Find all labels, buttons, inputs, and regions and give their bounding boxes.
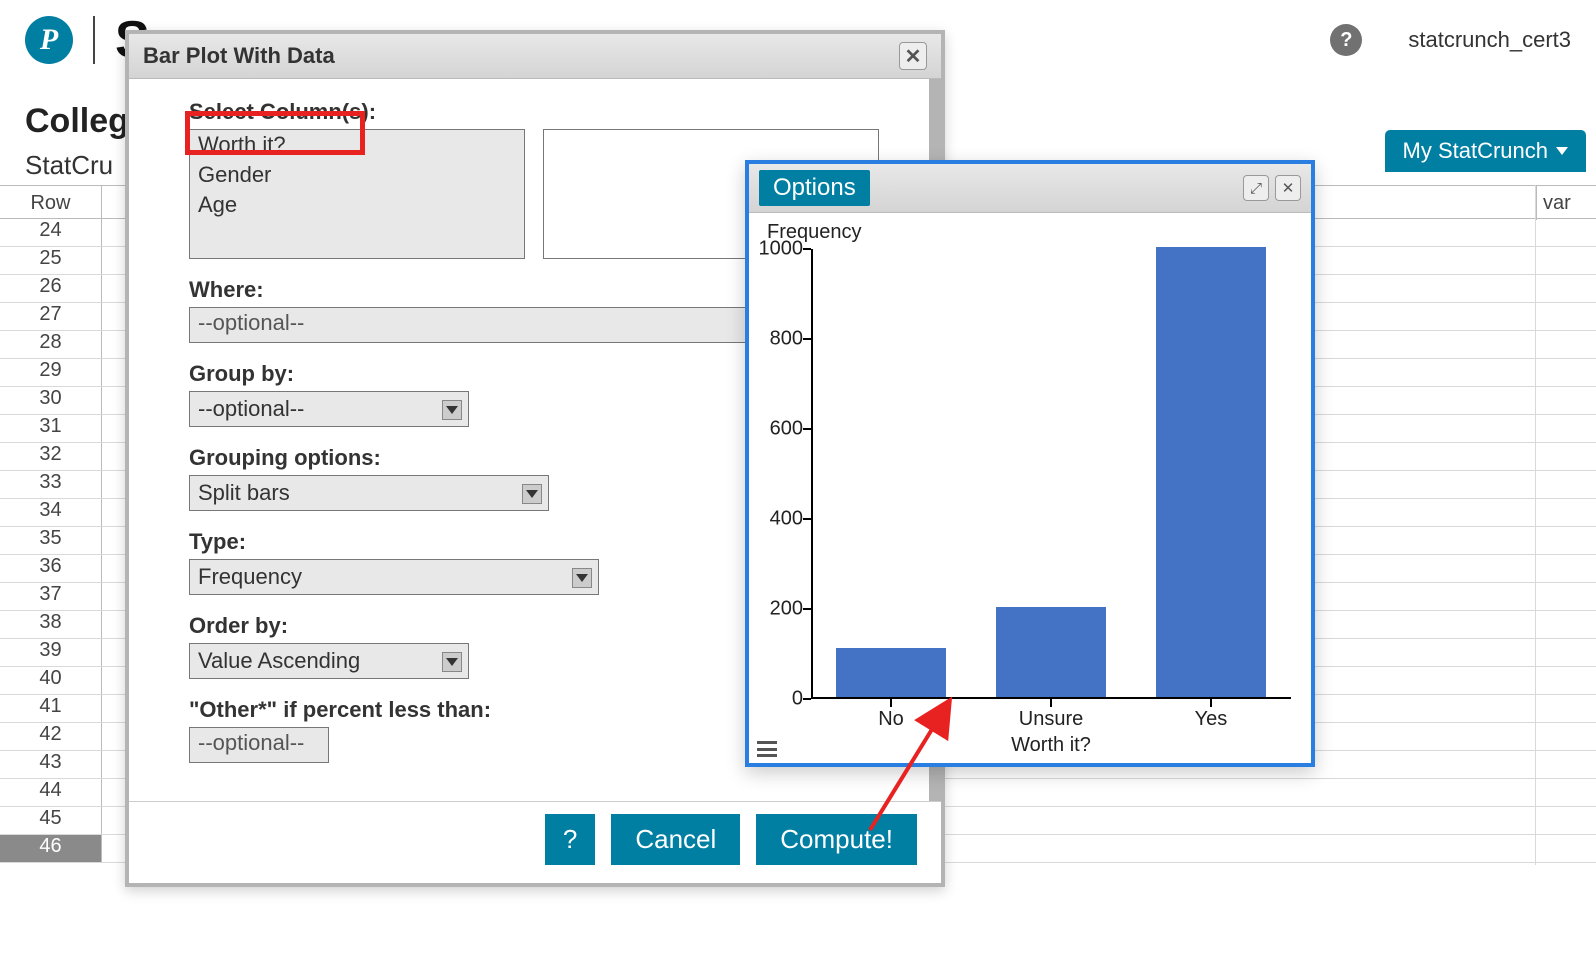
caret-down-icon <box>1556 147 1568 155</box>
expand-icon[interactable]: ⤢ <box>1243 175 1269 201</box>
result-window: Options ⤢ ✕ Frequency Worth it? 02004006… <box>745 160 1315 767</box>
grouping-options-value: Split bars <box>198 480 290 506</box>
bar[interactable] <box>836 648 946 698</box>
chart-xlabel: Worth it? <box>1011 734 1091 757</box>
bar-chart[interactable]: Worth it? 02004006008001000NoUnsureYes <box>811 249 1291 699</box>
close-icon[interactable]: ✕ <box>1275 175 1301 201</box>
dropdown-icon <box>442 652 462 672</box>
orderby-value: Value Ascending <box>198 648 360 674</box>
row-number: 26 <box>0 275 102 302</box>
row-header: Row <box>0 186 102 218</box>
xtick-label: Unsure <box>1019 708 1083 731</box>
close-icon[interactable]: ✕ <box>899 42 927 70</box>
bar[interactable] <box>1156 247 1266 697</box>
row-number: 24 <box>0 219 102 246</box>
row-number: 37 <box>0 583 102 610</box>
row-number: 38 <box>0 611 102 638</box>
dialog-titlebar[interactable]: Bar Plot With Data ✕ <box>129 34 941 79</box>
xtick-label: Yes <box>1195 708 1228 731</box>
row-number: 31 <box>0 415 102 442</box>
dropdown-icon <box>522 484 542 504</box>
grouping-options-select[interactable]: Split bars <box>189 475 549 511</box>
username-label[interactable]: statcrunch_cert3 <box>1408 27 1571 53</box>
ytick-label: 1000 <box>757 238 803 261</box>
ytick-label: 600 <box>757 418 803 441</box>
row-number: 42 <box>0 723 102 750</box>
cancel-button[interactable]: Cancel <box>611 814 740 865</box>
row-number: 27 <box>0 303 102 330</box>
other-input[interactable]: --optional-- <box>189 727 329 763</box>
row-number: 30 <box>0 387 102 414</box>
list-item[interactable]: Gender <box>190 160 524 190</box>
result-titlebar[interactable]: Options ⤢ ✕ <box>749 164 1311 213</box>
row-number: 25 <box>0 247 102 274</box>
row-number: 45 <box>0 807 102 834</box>
bar[interactable] <box>996 607 1106 697</box>
row-number: 35 <box>0 527 102 554</box>
column-header-var[interactable]: var <box>1536 186 1596 220</box>
dropdown-icon <box>572 568 592 588</box>
orderby-select[interactable]: Value Ascending <box>189 643 469 679</box>
row-number: 41 <box>0 695 102 722</box>
app-subname: StatCru <box>25 150 113 181</box>
row-number: 40 <box>0 667 102 694</box>
ytick-label: 200 <box>757 598 803 621</box>
chart-area: Frequency Worth it? 02004006008001000NoU… <box>749 213 1311 763</box>
type-value: Frequency <box>198 564 302 590</box>
dialog-title-text: Bar Plot With Data <box>143 43 335 69</box>
available-columns-listbox[interactable]: Worth it?GenderAge <box>189 129 525 259</box>
xtick-label: No <box>878 708 904 731</box>
list-item[interactable]: Age <box>190 190 524 220</box>
row-number: 33 <box>0 471 102 498</box>
row-number: 28 <box>0 331 102 358</box>
row-number: 44 <box>0 779 102 806</box>
row-number: 46 <box>0 835 102 862</box>
select-columns-label: Select Column(s): <box>189 99 879 125</box>
groupby-select[interactable]: --optional-- <box>189 391 469 427</box>
row-number: 29 <box>0 359 102 386</box>
dialog-footer: ? Cancel Compute! <box>129 801 941 883</box>
dialog-help-button[interactable]: ? <box>545 814 595 865</box>
ytick-label: 800 <box>757 328 803 351</box>
type-select[interactable]: Frequency <box>189 559 599 595</box>
my-statcrunch-button[interactable]: My StatCrunch <box>1385 130 1587 172</box>
options-button[interactable]: Options <box>759 170 870 206</box>
compute-button[interactable]: Compute! <box>756 814 917 865</box>
help-icon[interactable]: ? <box>1330 24 1362 56</box>
row-number: 43 <box>0 751 102 778</box>
list-item[interactable]: Worth it? <box>190 130 524 160</box>
row-number: 39 <box>0 639 102 666</box>
column-divider <box>1535 185 1536 865</box>
my-statcrunch-label: My StatCrunch <box>1403 138 1549 164</box>
title-separator <box>93 16 95 64</box>
dropdown-icon <box>442 400 462 420</box>
pearson-logo: P <box>25 16 73 64</box>
ytick-label: 0 <box>757 688 803 711</box>
row-number: 36 <box>0 555 102 582</box>
chart-menu-icon[interactable] <box>757 741 777 757</box>
row-number: 32 <box>0 443 102 470</box>
row-number: 34 <box>0 499 102 526</box>
groupby-value: --optional-- <box>198 396 304 422</box>
ytick-label: 400 <box>757 508 803 531</box>
